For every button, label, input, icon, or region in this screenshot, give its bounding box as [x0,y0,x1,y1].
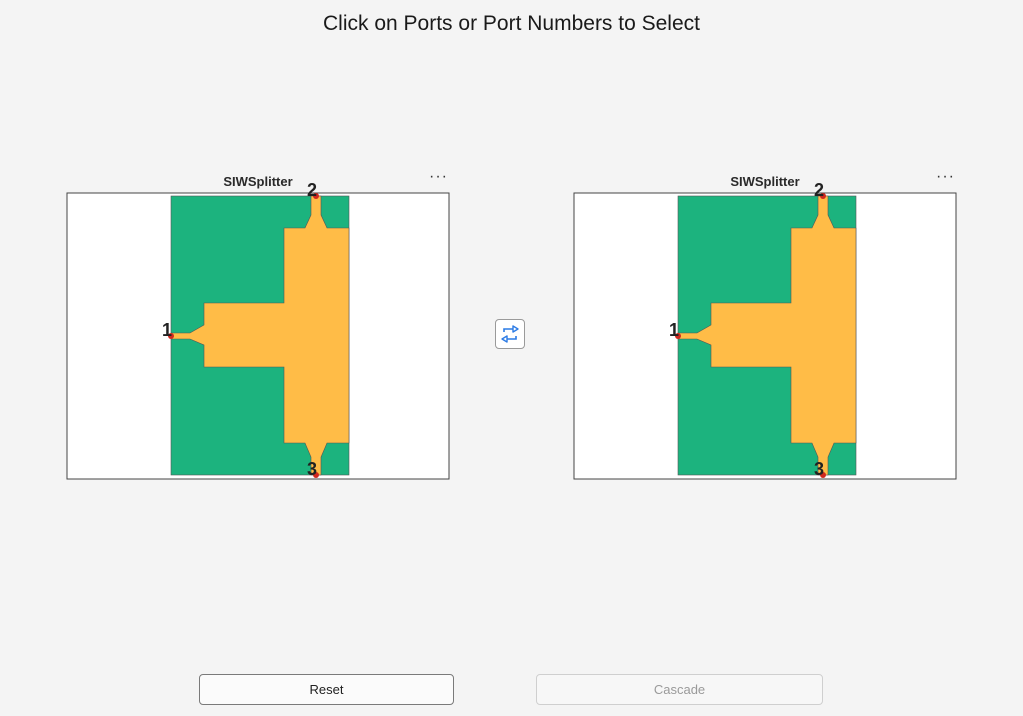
port-2-label[interactable]: 2 [814,180,824,200]
splitter-layout: 1 2 3 [573,180,957,480]
port-1-label[interactable]: 1 [669,320,679,340]
reset-button[interactable]: Reset [199,674,454,705]
right-component-panel: SIWSplitter ··· 1 2 3 [573,169,957,482]
cascade-button[interactable]: Cascade [536,674,823,705]
port-3-label[interactable]: 3 [307,459,317,479]
swap-button[interactable] [495,319,525,349]
splitter-layout: 1 2 3 [66,180,450,480]
app-window: Click on Ports or Port Numbers to Select… [0,0,1023,716]
port-3-label[interactable]: 3 [814,459,824,479]
swap-arrows-icon [501,325,519,343]
port-2-label[interactable]: 2 [307,180,317,200]
instruction-title: Click on Ports or Port Numbers to Select [323,12,700,35]
port-1-label[interactable]: 1 [162,320,172,340]
left-component-panel: SIWSplitter ··· 1 2 3 [66,169,450,482]
